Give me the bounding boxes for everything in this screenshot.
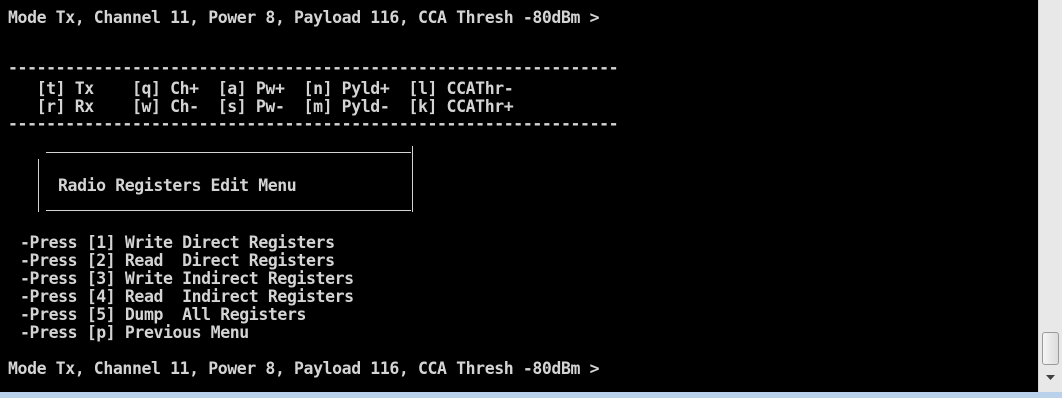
menu-option-read-direct: -Press [2] Read Direct Registers xyxy=(20,251,335,270)
menu-title: Radio Registers Edit Menu xyxy=(58,176,297,195)
shortcut-row-1: [t] Tx [q] Ch+ [a] Pw+ [n] Pyld+ [l] CCA… xyxy=(8,79,514,98)
menu-box-left-border xyxy=(38,159,39,212)
menu-box-top-border xyxy=(46,152,411,153)
scrollbar-thumb[interactable] xyxy=(1042,332,1059,365)
vertical-scrollbar[interactable] xyxy=(1038,0,1062,392)
status-line-bottom: Mode Tx, Channel 11, Power 8, Payload 11… xyxy=(8,359,600,378)
console-output[interactable]: Mode Tx, Channel 11, Power 8, Payload 11… xyxy=(0,0,1038,392)
scroll-down-button[interactable] xyxy=(1042,369,1059,387)
menu-option-dump-all: -Press [5] Dump All Registers xyxy=(20,305,307,324)
menu-box-right-border xyxy=(412,146,413,212)
menu-option-write-indirect: -Press [3] Write Indirect Registers xyxy=(20,269,354,288)
menu-option-write-direct: -Press [1] Write Direct Registers xyxy=(20,233,335,252)
menu-option-read-indirect: -Press [4] Read Indirect Registers xyxy=(20,287,354,306)
status-line-top: Mode Tx, Channel 11, Power 8, Payload 11… xyxy=(8,8,600,27)
window-bottom-frame xyxy=(0,392,1062,398)
shortcut-rule-top: ----------------------------------------… xyxy=(8,58,619,77)
menu-box-bottom-border xyxy=(46,210,411,211)
shortcut-rule-bottom: ----------------------------------------… xyxy=(8,114,619,133)
menu-option-previous: -Press [p] Previous Menu xyxy=(20,323,249,342)
console-window: Mode Tx, Channel 11, Power 8, Payload 11… xyxy=(0,0,1062,398)
chevron-down-icon xyxy=(1046,375,1055,380)
